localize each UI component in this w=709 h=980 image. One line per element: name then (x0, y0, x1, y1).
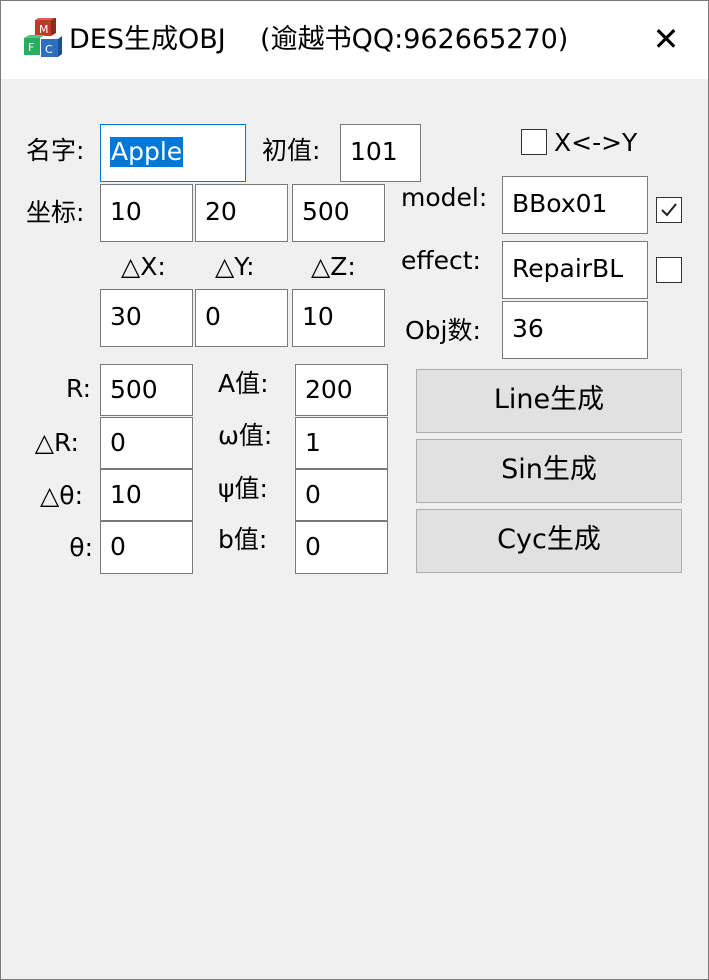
psi-label: ψ值: (218, 474, 268, 503)
delta-theta-field[interactable]: 10 (100, 469, 193, 521)
init-label: 初值: (262, 136, 321, 165)
delta-y-label: △Y: (215, 252, 255, 281)
obj-count-label: Obj数: (405, 316, 481, 345)
theta-label: θ: (69, 533, 93, 562)
init-value-field[interactable]: 101 (340, 124, 421, 182)
swap-xy-label: X<->Y (554, 128, 638, 157)
name-field-value: Apple (110, 137, 184, 167)
coord-label: 坐标: (26, 198, 85, 227)
delta-r-label: △R: (34, 428, 79, 457)
svg-text:M: M (39, 23, 49, 36)
title-bar[interactable]: M F C DES生成OBJ (逾越书QQ:962665270) ✕ (1, 1, 708, 79)
delta-z-field[interactable]: 10 (292, 289, 385, 347)
b-field[interactable]: 0 (295, 521, 388, 574)
delta-y-field[interactable]: 0 (195, 289, 288, 347)
a-label: A值: (218, 369, 269, 398)
app-window: M F C DES生成OBJ (逾越书QQ:962665270) ✕ 名字: A… (0, 0, 709, 980)
r-field[interactable]: 500 (100, 364, 193, 416)
omega-field[interactable]: 1 (295, 417, 388, 469)
name-label: 名字: (26, 136, 85, 165)
model-field[interactable]: BBox01 (502, 176, 648, 234)
psi-field[interactable]: 0 (295, 469, 388, 521)
swap-xy-checkbox[interactable] (521, 129, 547, 155)
theta-field[interactable]: 0 (100, 521, 193, 574)
obj-count-field[interactable]: 36 (502, 301, 648, 359)
delta-x-field[interactable]: 30 (100, 289, 193, 347)
close-button[interactable]: ✕ (644, 21, 688, 59)
sin-generate-button[interactable]: Sin生成 (416, 439, 682, 503)
effect-checkbox[interactable] (656, 257, 682, 283)
delta-x-label: △X: (121, 252, 166, 281)
close-icon: ✕ (652, 20, 680, 58)
mfc-blocks-icon: M F C (24, 18, 62, 57)
name-field[interactable]: Apple (100, 124, 246, 182)
delta-r-field[interactable]: 0 (100, 417, 193, 469)
coord-y-field[interactable]: 20 (195, 184, 288, 242)
line-generate-button[interactable]: Line生成 (416, 369, 682, 433)
svg-text:C: C (45, 43, 53, 56)
coord-x-field[interactable]: 10 (100, 184, 193, 242)
cyc-generate-button[interactable]: Cyc生成 (416, 509, 682, 573)
r-label: R: (65, 374, 91, 403)
delta-z-label: △Z: (311, 252, 356, 281)
effect-label: effect: (401, 246, 481, 275)
model-label: model: (401, 183, 488, 212)
b-label: b值: (218, 525, 268, 554)
window-title: DES生成OBJ (逾越书QQ:962665270) (69, 24, 569, 55)
omega-label: ω值: (218, 421, 273, 450)
delta-theta-label: △θ: (40, 481, 83, 510)
model-checkbox[interactable] (656, 197, 682, 223)
coord-z-field[interactable]: 500 (292, 184, 385, 242)
checkmark-icon (661, 203, 677, 217)
a-field[interactable]: 200 (295, 364, 388, 416)
effect-field[interactable]: RepairBL (502, 241, 648, 299)
svg-text:F: F (28, 41, 34, 54)
